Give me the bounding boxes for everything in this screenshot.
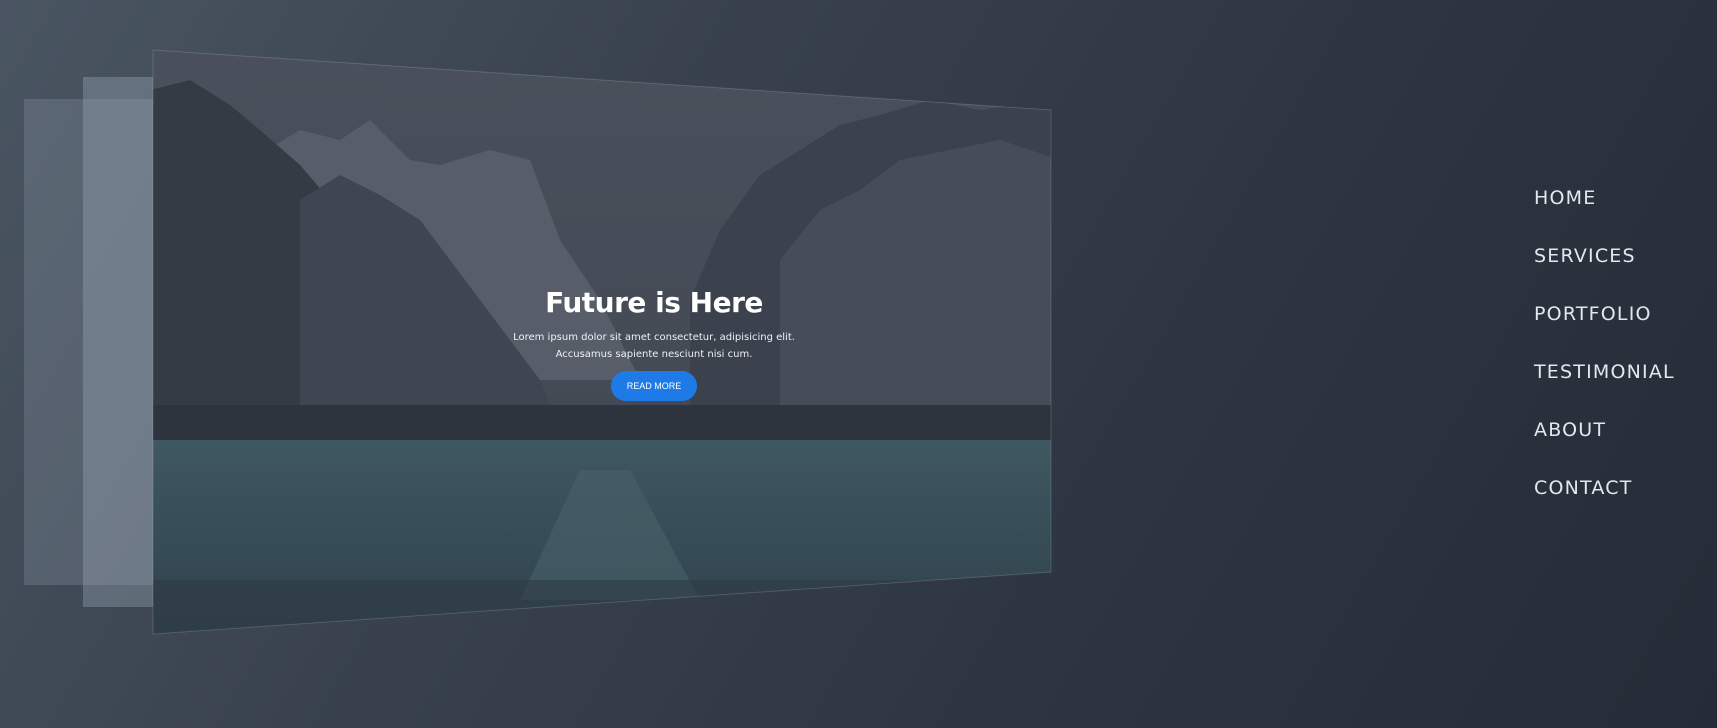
- hero-content: Future is Here Lorem ipsum dolor sit ame…: [454, 286, 854, 401]
- hero-title: Future is Here: [545, 286, 763, 319]
- nav-item-contact[interactable]: CONTACT: [1534, 470, 1714, 528]
- hero-text-line-1: Lorem ipsum dolor sit amet consectetur, …: [513, 331, 795, 343]
- nav-item-testimonial[interactable]: TESTIMONIAL: [1534, 354, 1714, 412]
- nav-item-services[interactable]: SERVICES: [1534, 238, 1714, 296]
- hero-slide: [152, 49, 1052, 635]
- page: Future is Here Lorem ipsum dolor sit ame…: [0, 0, 1717, 728]
- nav-item-about[interactable]: ABOUT: [1534, 412, 1714, 470]
- nav-item-home[interactable]: HOME: [1534, 180, 1714, 238]
- nav-item-portfolio[interactable]: PORTFOLIO: [1534, 296, 1714, 354]
- read-more-button[interactable]: READ MORE: [610, 370, 698, 401]
- main-nav: HOME SERVICES PORTFOLIO TESTIMONIAL ABOU…: [1534, 180, 1714, 528]
- hero-text-line-2: Accusamus sapiente nesciunt nisi cum.: [555, 348, 753, 360]
